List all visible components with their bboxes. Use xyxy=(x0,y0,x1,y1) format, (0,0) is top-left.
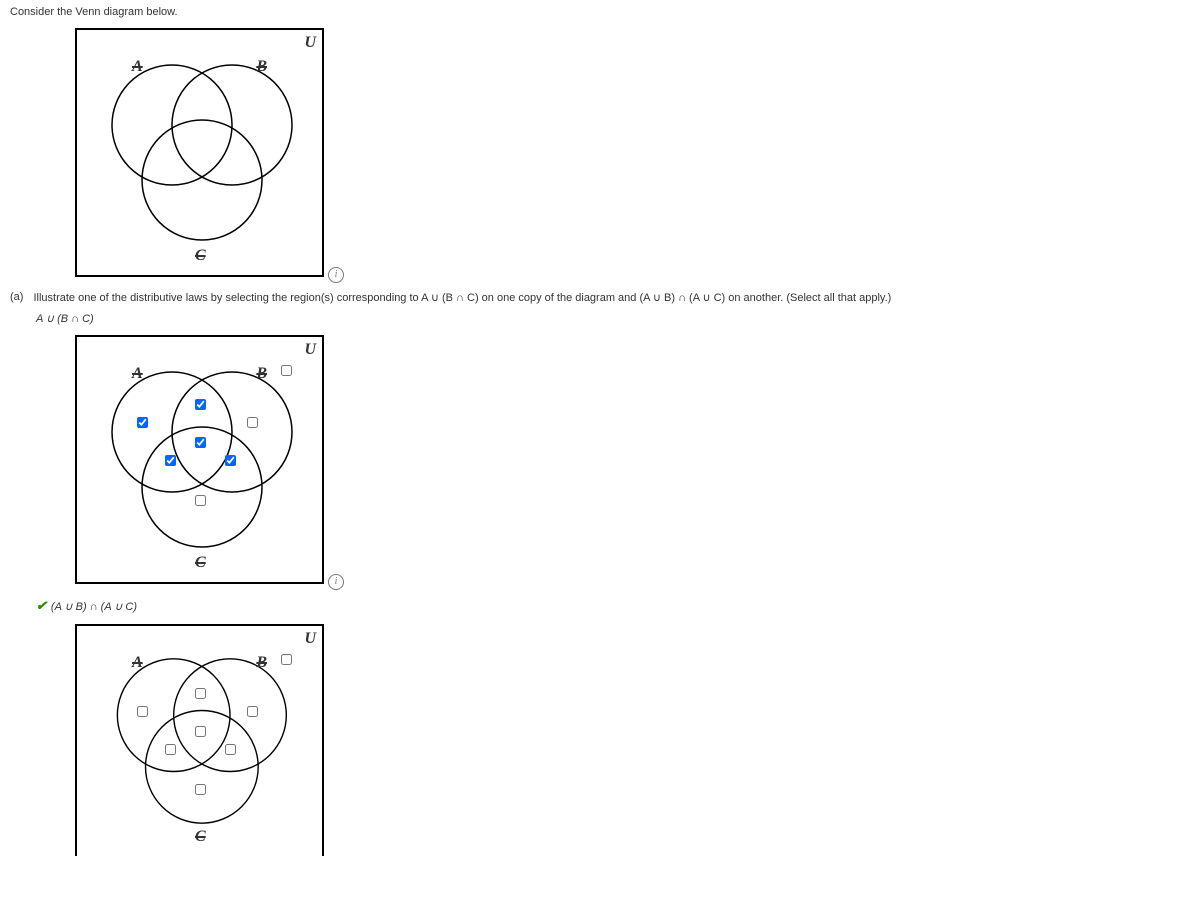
checkbox-region-abc[interactable] xyxy=(195,437,206,448)
checkbox-region-u-only[interactable] xyxy=(281,365,292,376)
checkbox-region-u-only[interactable] xyxy=(281,654,292,665)
label-u: U xyxy=(304,630,316,648)
label-a: A xyxy=(132,58,143,76)
label-c: C xyxy=(195,247,206,265)
checkbox-region-a-only[interactable] xyxy=(137,706,148,717)
label-u: U xyxy=(304,34,316,52)
label-a: A xyxy=(132,365,143,383)
venn-svg xyxy=(77,30,322,275)
question-intro: Consider the Venn diagram below. xyxy=(10,6,1190,18)
label-b: B xyxy=(256,654,267,672)
checkbox-region-b-only[interactable] xyxy=(247,417,258,428)
checkbox-region-b-only[interactable] xyxy=(247,706,258,717)
checkbox-region-ab[interactable] xyxy=(195,399,206,410)
checkbox-region-ac[interactable] xyxy=(165,455,176,466)
label-c: C xyxy=(195,554,206,572)
check-icon: ✔ xyxy=(36,598,47,614)
info-icon[interactable]: i xyxy=(328,267,344,283)
checkbox-region-c-only[interactable] xyxy=(195,495,206,506)
expression-1: A ∪ (B ∩ C) xyxy=(36,312,1190,325)
label-b: B xyxy=(256,58,267,76)
checkbox-region-c-only[interactable] xyxy=(195,784,206,795)
info-icon[interactable]: i xyxy=(328,574,344,590)
checkbox-region-ac[interactable] xyxy=(165,744,176,755)
label-c: C xyxy=(195,828,206,846)
checkbox-region-a-only[interactable] xyxy=(137,417,148,428)
venn-diagram-reference: U A B C xyxy=(75,28,324,277)
part-label: (a) xyxy=(10,291,23,303)
label-a: A xyxy=(132,654,143,672)
checkbox-region-bc[interactable] xyxy=(225,455,236,466)
checkbox-region-ab[interactable] xyxy=(195,688,206,699)
checkbox-region-bc[interactable] xyxy=(225,744,236,755)
venn-diagram-expr2: U A B C xyxy=(75,624,324,856)
part-text: Illustrate one of the distributive laws … xyxy=(33,291,891,304)
expression-2: ✔ (A ∪ B) ∩ (A ∪ C) xyxy=(36,598,1190,614)
venn-diagram-expr1: U A B C xyxy=(75,335,324,584)
checkbox-region-abc[interactable] xyxy=(195,726,206,737)
label-u: U xyxy=(304,341,316,359)
label-b: B xyxy=(256,365,267,383)
